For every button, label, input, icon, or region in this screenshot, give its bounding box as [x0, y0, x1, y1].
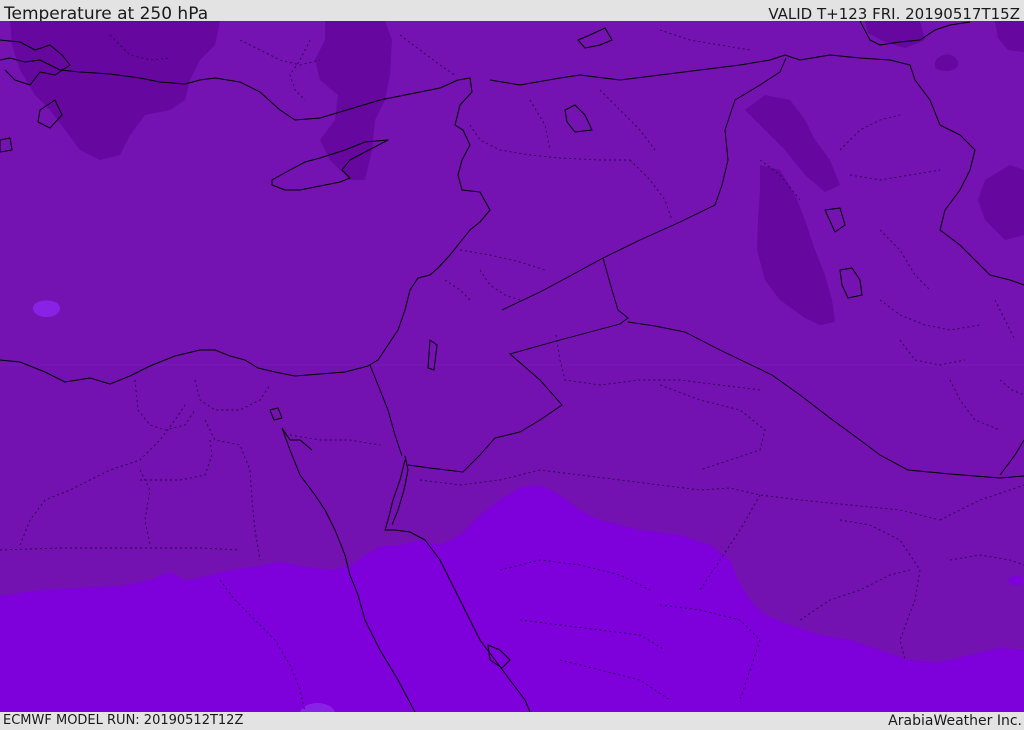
- header-bar: Temperature at 250 hPa VALID T+123 FRI. …: [0, 0, 1024, 24]
- temperature-map: [0, 21, 1024, 712]
- model-run-label: ECMWF MODEL RUN: 20190512T12Z: [3, 713, 244, 728]
- brand-label: ArabiaWeather Inc.: [888, 713, 1022, 729]
- footer-bar: ECMWF MODEL RUN: 20190512T12Z ArabiaWeat…: [0, 712, 1024, 729]
- warm-spot-mediterranean: [33, 300, 60, 317]
